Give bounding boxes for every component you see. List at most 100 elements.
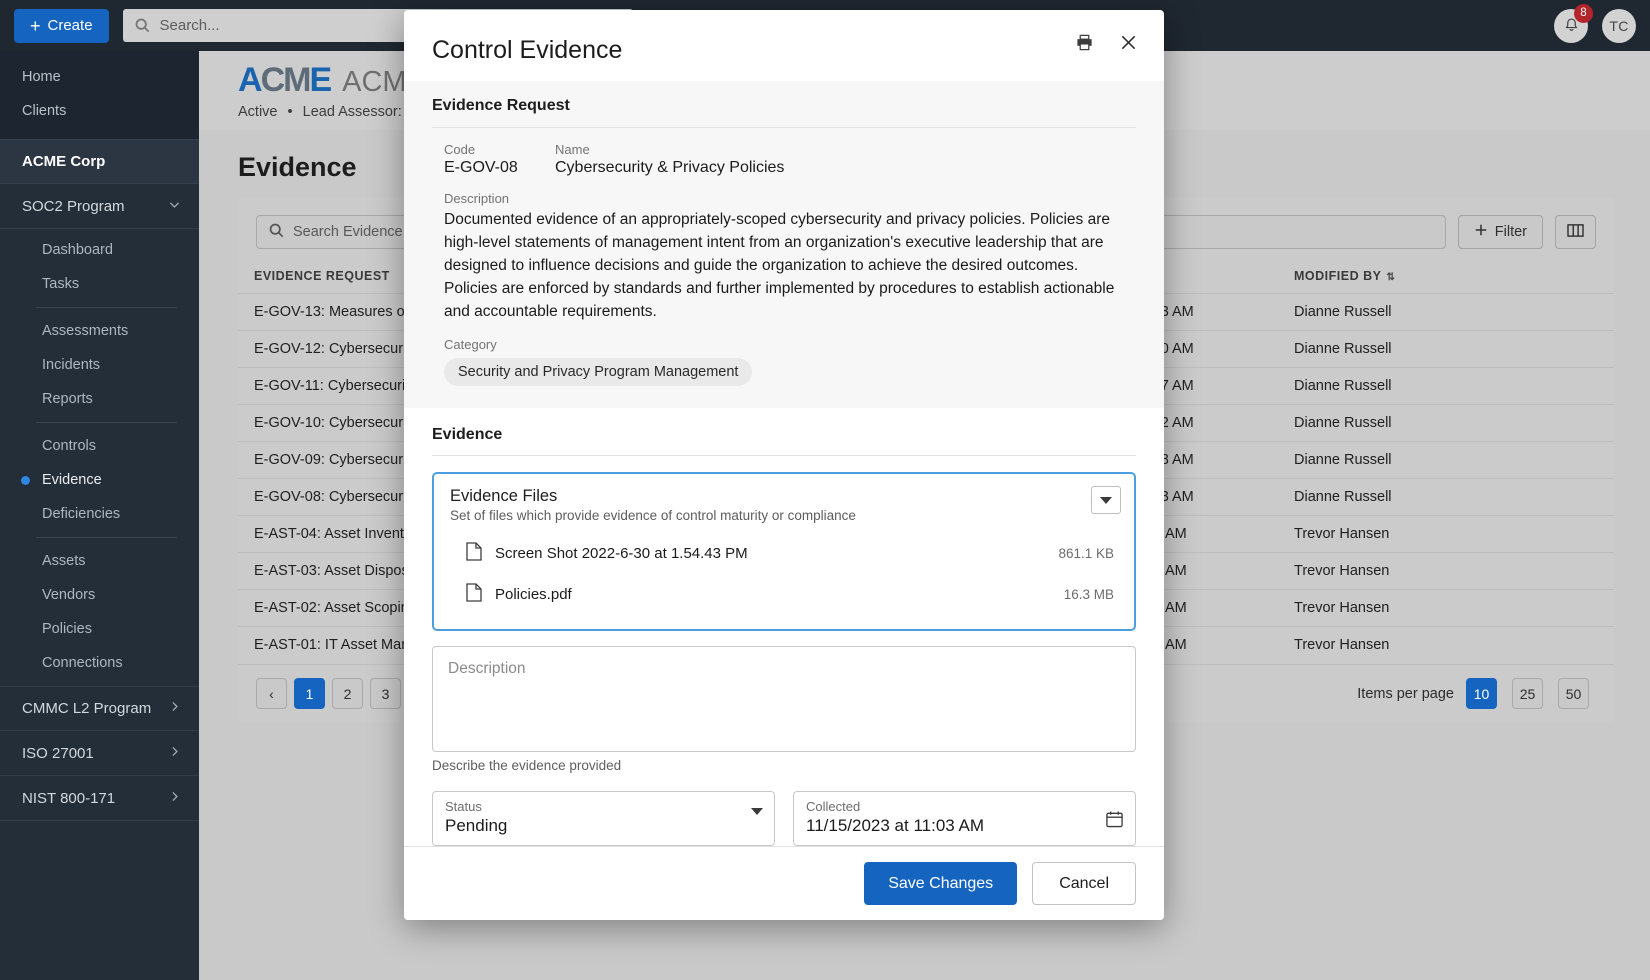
description-field: Description Documented evidence of an ap… [444, 191, 1124, 323]
sidebar-group-nist800171[interactable]: NIST 800-171 [0, 776, 199, 821]
code-name-row: Code E-GOV-08 Name Cybersecurity & Priva… [444, 142, 1124, 177]
plus-icon [1474, 223, 1488, 241]
page-button-1[interactable]: 1 [294, 678, 325, 709]
cell-modified-by: Trevor Hansen [1278, 515, 1614, 553]
evidence-request-panel: Evidence Request Code E-GOV-08 Name Cybe… [404, 81, 1164, 408]
sidebar-item-policies[interactable]: Policies [0, 612, 199, 646]
evidence-heading: Evidence [432, 426, 503, 443]
sidebar-item-dashboard[interactable]: Dashboard [0, 233, 199, 267]
separator-dot: • [287, 104, 293, 120]
sidebar-group-cmmc[interactable]: CMMC L2 Program [0, 686, 199, 731]
chevron-right-icon [168, 700, 181, 717]
sidebar-group-label: SOC2 Program [22, 197, 125, 215]
sidebar-item-label: Deficiencies [42, 506, 121, 522]
logo-letter-e: E [309, 61, 332, 99]
evidence-request-fields: Code E-GOV-08 Name Cybersecurity & Priva… [432, 127, 1136, 386]
cell-modified-by: Trevor Hansen [1278, 589, 1614, 627]
sidebar-item-incidents[interactable]: Incidents [0, 348, 199, 382]
chevron-down-icon [1100, 496, 1112, 504]
sidebar-item-label: Home [22, 69, 61, 85]
evidence-description-placeholder: Description [448, 660, 526, 677]
column-header-modified-by[interactable]: MODIFIED BY ⇅ [1278, 263, 1614, 294]
sidebar-item-label: Dashboard [42, 242, 113, 258]
sidebar-item-evidence[interactable]: Evidence [0, 463, 199, 497]
evidence-file-row[interactable]: Screen Shot 2022-6-30 at 1.54.43 PM 861.1… [450, 533, 1120, 574]
description-value: Documented evidence of an appropriately-… [444, 211, 1115, 320]
page-size-10[interactable]: 10 [1466, 678, 1497, 709]
avatar[interactable]: TC [1602, 8, 1636, 43]
file-name: Policies.pdf [495, 586, 572, 603]
sidebar-item-vendors[interactable]: Vendors [0, 578, 199, 612]
sidebar: Home Clients ACME Corp SOC2 Program Dash… [0, 51, 199, 980]
print-button[interactable] [1070, 28, 1098, 56]
sidebar-divider [36, 537, 177, 538]
sidebar-item-connections[interactable]: Connections [0, 646, 199, 680]
logo-letter-m: M [283, 61, 311, 99]
sidebar-item-reports[interactable]: Reports [0, 382, 199, 416]
category-chip: Security and Privacy Program Management [444, 358, 753, 386]
columns-icon [1567, 223, 1584, 242]
file-icon [466, 583, 482, 606]
sidebar-org-selector[interactable]: ACME Corp [0, 139, 199, 184]
evidence-file-list: Screen Shot 2022-6-30 at 1.54.43 PM 861.1… [450, 533, 1120, 615]
file-name: Screen Shot 2022-6-30 at 1.54.43 PM [495, 545, 748, 562]
sidebar-item-clients[interactable]: Clients [0, 94, 199, 128]
collected-label: Collected [806, 799, 861, 814]
sidebar-item-label: Assets [42, 553, 86, 569]
notifications[interactable]: 8 [1554, 3, 1593, 43]
calendar-icon[interactable] [1105, 810, 1124, 833]
status-select[interactable]: Status Pending [432, 791, 775, 846]
page-button-3[interactable]: 3 [370, 678, 401, 709]
chevron-down-icon [168, 198, 181, 215]
status-column: Status Pending [432, 791, 775, 846]
items-per-page: Items per page 10 25 50 [1357, 678, 1596, 709]
code-field: Code E-GOV-08 [444, 142, 555, 177]
page-size-25[interactable]: 25 [1512, 678, 1543, 709]
cancel-button[interactable]: Cancel [1032, 862, 1136, 905]
create-button-label: Create [47, 17, 93, 34]
page-size-50[interactable]: 50 [1558, 678, 1589, 709]
evidence-files-title: Evidence Files [450, 487, 558, 505]
file-size: 16.3 MB [1063, 587, 1114, 602]
page-prev-button[interactable]: ‹ [256, 678, 287, 709]
cell-modified-by: Dianne Russell [1278, 478, 1614, 516]
sidebar-item-label: Clients [22, 103, 67, 119]
close-button[interactable] [1114, 28, 1142, 56]
sidebar-item-assets[interactable]: Assets [0, 544, 199, 578]
sidebar-item-label: Evidence [42, 472, 102, 488]
cell-modified-by: Dianne Russell [1278, 293, 1614, 331]
org-status: Active [238, 104, 278, 120]
status-value: Pending [445, 816, 508, 835]
filter-button[interactable]: Filter [1457, 215, 1543, 249]
sort-icon: ⇅ [1386, 272, 1396, 283]
category-field: Category Security and Privacy Program Ma… [444, 337, 1124, 386]
active-indicator-dot [21, 475, 30, 485]
create-button[interactable]: + Create [14, 8, 109, 43]
sidebar-item-label: Assessments [42, 323, 129, 339]
sidebar-item-tasks[interactable]: Tasks [0, 267, 199, 301]
evidence-description-input[interactable]: Description [432, 646, 1136, 752]
sidebar-item-home[interactable]: Home [0, 60, 199, 94]
sidebar-item-label: Vendors [42, 587, 96, 603]
sidebar-item-label: Controls [42, 438, 96, 454]
acme-logo: ACME [238, 61, 332, 100]
code-label: Code [444, 142, 476, 157]
sidebar-group-label: CMMC L2 Program [22, 700, 152, 717]
logo-letter-c: C [260, 61, 286, 99]
sidebar-item-assessments[interactable]: Assessments [0, 314, 199, 348]
evidence-files-dropdown-button[interactable] [1091, 486, 1121, 514]
columns-button[interactable] [1555, 215, 1596, 249]
evidence-request-heading: Evidence Request [432, 97, 570, 114]
sidebar-group-soc2[interactable]: SOC2 Program [0, 184, 199, 229]
evidence-file-row[interactable]: Policies.pdf 16.3 MB [450, 574, 1120, 615]
sidebar-group-iso27001[interactable]: ISO 27001 [0, 731, 199, 776]
chevron-down-icon [751, 808, 763, 833]
page-button-2[interactable]: 2 [332, 678, 363, 709]
cell-modified-by: Dianne Russell [1278, 330, 1614, 368]
collected-datetime-input[interactable]: Collected 11/15/2023 at 11:03 AM [793, 791, 1136, 846]
save-changes-button[interactable]: Save Changes [864, 862, 1018, 905]
sidebar-item-deficiencies[interactable]: Deficiencies [0, 497, 199, 531]
notification-badge: 8 [1574, 3, 1593, 23]
evidence-files-box: Evidence Files Set of files which provid… [432, 472, 1136, 631]
sidebar-item-controls[interactable]: Controls [0, 429, 199, 463]
